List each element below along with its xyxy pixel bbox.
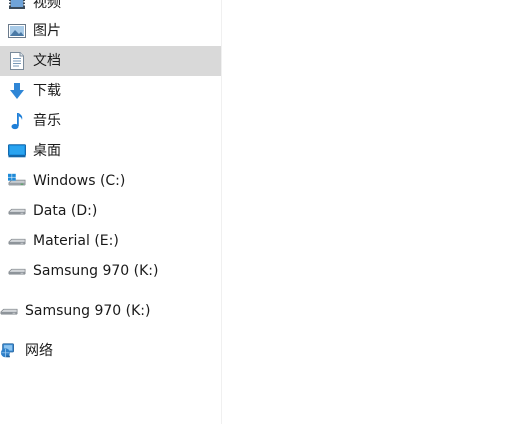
nav-item-label: Data (D:) xyxy=(33,203,98,219)
nav-item-drive-e[interactable]: Material (E:) xyxy=(0,226,221,256)
content-pane[interactable] xyxy=(222,0,524,424)
drive-icon xyxy=(0,302,18,320)
drive-icon xyxy=(8,262,26,280)
nav-item-pictures[interactable]: 图片 xyxy=(0,16,221,46)
nav-item-label: Windows (C:) xyxy=(33,173,126,189)
desktop-icon xyxy=(8,142,26,160)
nav-item-label: Samsung 970 (K:) xyxy=(25,303,151,319)
nav-item-music[interactable]: 音乐 xyxy=(0,106,221,136)
nav-item-documents[interactable]: 文档 xyxy=(0,46,221,76)
explorer-window: 视频 图片 文档 下载 音乐 桌面 Windows (C:) Data (D:)… xyxy=(0,0,524,424)
nav-item-network[interactable]: 网络 xyxy=(0,336,221,366)
navigation-pane: 视频 图片 文档 下载 音乐 桌面 Windows (C:) Data (D:)… xyxy=(0,0,222,424)
document-icon xyxy=(8,52,26,70)
pictures-icon xyxy=(8,22,26,40)
nav-item-drive-k[interactable]: Samsung 970 (K:) xyxy=(0,256,221,286)
nav-item-desktop[interactable]: 桌面 xyxy=(0,136,221,166)
nav-item-downloads[interactable]: 下载 xyxy=(0,76,221,106)
drive-icon xyxy=(8,202,26,220)
nav-item-external-drive-k[interactable]: Samsung 970 (K:) xyxy=(0,296,221,326)
nav-item-label: 桌面 xyxy=(33,143,61,159)
nav-item-label: Samsung 970 (K:) xyxy=(33,263,159,279)
nav-item-label: 网络 xyxy=(25,343,53,359)
nav-item-label: 图片 xyxy=(33,23,61,39)
drive-icon xyxy=(8,232,26,250)
music-icon xyxy=(8,112,26,130)
nav-item-label: 下载 xyxy=(33,83,61,99)
nav-item-drive-d[interactable]: Data (D:) xyxy=(0,196,221,226)
system-drive-icon xyxy=(8,172,26,190)
nav-item-label: Material (E:) xyxy=(33,233,119,249)
nav-item-label: 音乐 xyxy=(33,113,61,129)
nav-item-label: 文档 xyxy=(33,53,61,69)
video-icon xyxy=(8,0,26,12)
network-icon xyxy=(0,342,18,360)
download-icon xyxy=(8,82,26,100)
nav-item-drive-c[interactable]: Windows (C:) xyxy=(0,166,221,196)
